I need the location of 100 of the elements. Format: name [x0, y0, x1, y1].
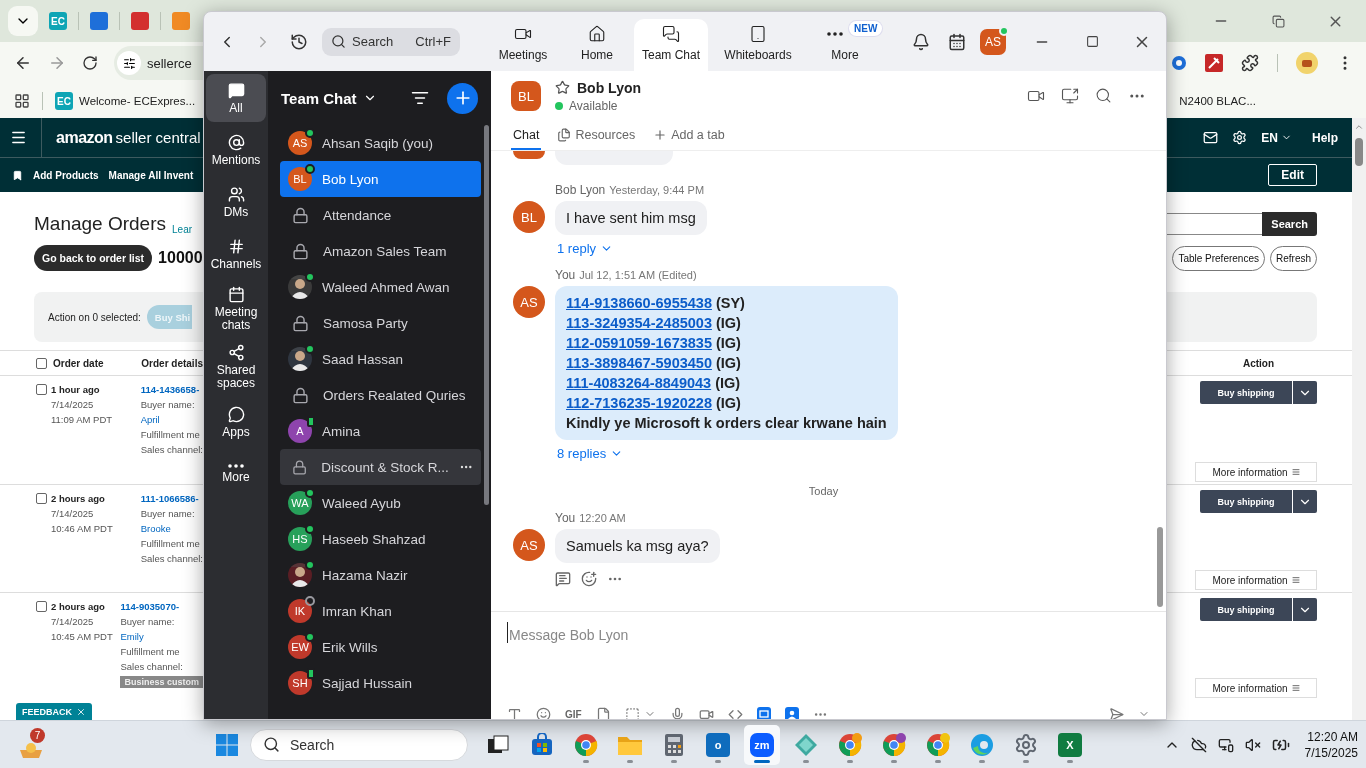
sidebar-item[interactable]: Meeting chats: [206, 282, 266, 336]
nav-tab[interactable]: Meetings: [486, 19, 560, 71]
order-link[interactable]: 111-1066586-: [140, 491, 199, 506]
field-label: Sales channel:: [140, 552, 203, 566]
more-information-button[interactable]: More information: [1195, 678, 1317, 698]
chat-list-item[interactable]: A Amina: [280, 413, 481, 449]
chat-list-item[interactable]: Waleed Ahmed Awan: [280, 269, 481, 305]
clock[interactable]: 12:20 AM 7/15/2025: [1304, 728, 1358, 761]
taskbar-button[interactable]: o: [700, 724, 736, 765]
order-tag: (IG): [715, 353, 741, 373]
order-link[interactable]: 113-3249354-2485003: [566, 313, 712, 333]
nav-tab[interactable]: NEW More: [808, 19, 883, 71]
chat-list-item[interactable]: Orders Realated Quries: [280, 377, 481, 413]
nav-tab[interactable]: Whiteboards: [708, 19, 809, 71]
nav-tab[interactable]: Team Chat: [634, 19, 709, 71]
buy-shipping-button[interactable]: Buy shipping: [1200, 381, 1293, 404]
sidebar-item[interactable]: Mentions: [206, 126, 266, 174]
more-information-button[interactable]: More information: [1195, 462, 1317, 482]
gif-button[interactable]: GIF: [565, 708, 582, 719]
search-field[interactable]: Search Ctrl+F: [322, 27, 460, 56]
sidebar-item[interactable]: Apps: [206, 398, 266, 446]
tab[interactable]: Add a tab: [651, 121, 727, 150]
replies-link[interactable]: 8 replies: [555, 440, 626, 467]
buy-shipping-button[interactable]: Buy shipping: [1200, 598, 1293, 621]
sidebar-item[interactable]: All: [206, 74, 266, 122]
field-label: Buyer name:: [140, 398, 195, 412]
buyer-link[interactable]: Emily: [120, 629, 144, 644]
excel-icon[interactable]: X: [1058, 732, 1082, 757]
help-link[interactable]: Help: [1312, 130, 1338, 145]
chat-list-item[interactable]: IK Imran Khan: [280, 593, 481, 629]
more-information-button[interactable]: More information: [1195, 570, 1317, 590]
back-button[interactable]: Go back to order list: [34, 245, 153, 271]
zoom-icon[interactable]: zm: [750, 732, 774, 757]
avatar[interactable]: AS: [980, 28, 1006, 55]
tab[interactable]: Resources: [555, 121, 638, 150]
chat-list-item[interactable]: Samosa Party: [280, 305, 481, 341]
order-tag: (SY): [715, 293, 745, 313]
message-time: Yesterday, 9:44 PM: [609, 184, 705, 196]
order-time: 11:09 AM PDT: [51, 413, 113, 427]
shortcut-hint: Ctrl+F: [415, 34, 451, 49]
order-link[interactable]: 113-3898467-5903450: [566, 353, 712, 373]
taskbar-button[interactable]: X: [1052, 724, 1088, 765]
language-selector[interactable]: EN: [1261, 130, 1292, 145]
order-link[interactable]: 114-9035070-: [120, 599, 180, 614]
order-link[interactable]: 112-0591059-1673835: [566, 333, 712, 353]
avatar: SH: [288, 671, 312, 695]
message-text: Kindly ye Microsoft k orders clear krwane hain: [566, 415, 887, 431]
outlook-icon[interactable]: o: [706, 732, 730, 757]
avatar: AS: [513, 529, 545, 561]
chat-list-item[interactable]: Attendance: [280, 197, 481, 233]
replies-link[interactable]: 1 reply: [555, 235, 616, 262]
bookmark[interactable]: EC Welcome- ECExpres...: [55, 92, 196, 110]
taskbar-search[interactable]: Search: [250, 728, 468, 761]
table-preferences-button[interactable]: Table Preferences: [1172, 245, 1265, 271]
buyer-link[interactable]: Brooke: [140, 521, 171, 536]
sidebar-item[interactable]: More: [206, 450, 266, 498]
nav-link[interactable]: Add Products: [33, 169, 99, 181]
message-time: Jul 12, 1:51 AM (Edited): [579, 269, 697, 281]
chat-list-item[interactable]: BL Bob Lyon: [280, 161, 481, 197]
search-button[interactable]: Search: [1262, 212, 1317, 236]
order-date: 7/14/2025: [51, 398, 94, 412]
sidebar-item[interactable]: Channels: [206, 230, 266, 278]
taskbar-button[interactable]: zm: [744, 724, 780, 765]
field-label: Sales channel:: [120, 660, 183, 674]
order-link[interactable]: 112-7136235-1920228: [566, 393, 712, 413]
sender-name: You: [555, 511, 576, 525]
chat-list-item[interactable]: Saad Hassan: [280, 341, 481, 377]
avatar: BL: [513, 201, 545, 233]
chat-list-item[interactable]: AS Ahsan Saqib (you): [280, 125, 481, 161]
buy-shipping-button[interactable]: Buy shipping: [1200, 490, 1293, 513]
chat-list-item[interactable]: Amazon Sales Team: [280, 233, 481, 269]
chat-list-item[interactable]: Hazama Nazir: [280, 557, 481, 593]
sidebar-item[interactable]: Shared spaces: [206, 340, 266, 394]
edit-button[interactable]: Edit: [1268, 164, 1317, 186]
refresh-button[interactable]: Refresh: [1270, 245, 1317, 271]
sidebar-item[interactable]: DMs: [206, 178, 266, 226]
new-badge: NEW: [849, 21, 883, 36]
bookmark[interactable]: N2400 BLAC...: [1179, 95, 1256, 107]
message-field[interactable]: Message Bob Lyon: [507, 622, 629, 643]
order-link[interactable]: 114-1436658-: [140, 382, 200, 397]
notification-badge: 7: [30, 727, 45, 743]
feedback-button[interactable]: FEEDBACK: [16, 703, 92, 720]
chat-list-item[interactable]: SH Sajjad Hussain: [280, 665, 481, 701]
chat-list-item[interactable]: EW Erik Wills: [280, 629, 481, 665]
buyer-link[interactable]: April: [140, 412, 160, 427]
learn-link[interactable]: Lear: [172, 224, 193, 235]
address-bar[interactable]: sellerce: [114, 46, 203, 80]
order-link[interactable]: 114-9138660-6955438: [566, 293, 712, 313]
avatar: AS: [288, 131, 312, 155]
bookmark-favicon: EC: [55, 92, 73, 110]
order-link[interactable]: 111-4083264-8849043: [566, 373, 712, 393]
field-label: Fulfillment me: [120, 645, 180, 659]
avatar: BL: [288, 167, 312, 191]
list-title[interactable]: Team Chat: [281, 89, 377, 107]
chat-list-item[interactable]: HS Haseeb Shahzad: [280, 521, 481, 557]
nav-link[interactable]: Manage All Invent: [108, 169, 194, 181]
chat-list-item[interactable]: Discount & Stock R...: [280, 449, 481, 485]
seller-central-logo[interactable]: amazon seller central: [41, 118, 201, 158]
nav-tab[interactable]: Home: [560, 19, 634, 71]
chat-list-item[interactable]: WA Waleed Ayub: [280, 485, 481, 521]
